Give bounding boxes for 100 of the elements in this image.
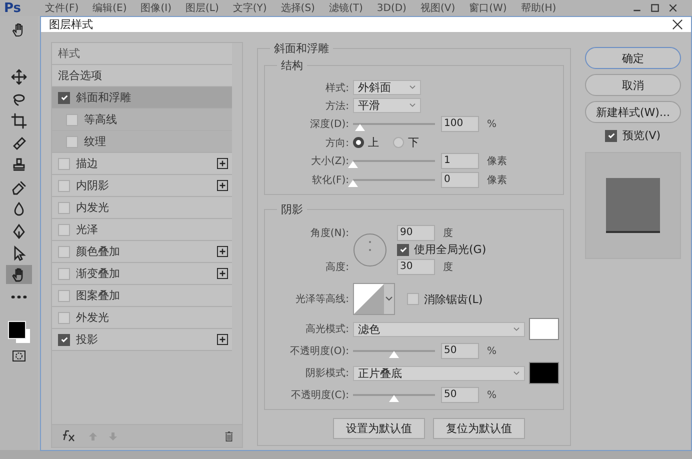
- default-button[interactable]: 复位为默认值: [433, 418, 525, 439]
- styles-header[interactable]: 样式: [52, 43, 232, 65]
- default-button[interactable]: 设置为默认值: [333, 418, 425, 439]
- close-icon[interactable]: [672, 19, 683, 30]
- checkbox[interactable]: [58, 158, 70, 170]
- style-label: 光泽: [76, 222, 99, 237]
- dialog-button[interactable]: 取消: [585, 74, 681, 96]
- checkbox[interactable]: [58, 268, 70, 280]
- menu-item[interactable]: 编辑(E): [92, 1, 127, 15]
- style-item[interactable]: 光泽: [52, 219, 232, 241]
- style-item[interactable]: 投影: [52, 329, 232, 351]
- move-icon: [11, 68, 27, 84]
- menu-item[interactable]: 视图(V): [420, 1, 456, 15]
- style-item[interactable]: 内发光: [52, 197, 232, 219]
- menu-item[interactable]: 3D(D): [376, 2, 406, 14]
- maximize-icon[interactable]: [650, 3, 660, 13]
- checkbox-label: 预览(V): [622, 128, 661, 143]
- menu-item[interactable]: 选择(S): [280, 1, 315, 15]
- style-label: 描边: [76, 156, 99, 171]
- checkbox[interactable]: [58, 312, 70, 324]
- menu-item[interactable]: 窗口(W): [469, 1, 507, 15]
- checkbox[interactable]: [58, 202, 70, 214]
- color-swatch[interactable]: [529, 362, 559, 384]
- trash-icon[interactable]: [224, 430, 234, 442]
- style-item[interactable]: 外发光: [52, 307, 232, 329]
- style-dropdown[interactable]: 外斜面: [353, 80, 421, 95]
- checkbox[interactable]: [58, 224, 70, 236]
- checkbox[interactable]: [58, 290, 70, 302]
- radio-label[interactable]: 上: [368, 135, 379, 150]
- style-item[interactable]: 等高线: [52, 109, 232, 131]
- dialog-title: 图层样式: [49, 17, 93, 32]
- style-label: 渐变叠加: [76, 266, 121, 281]
- checkbox[interactable]: [58, 180, 70, 192]
- blend-mode-dropdown[interactable]: 正片叠底: [353, 366, 525, 380]
- technique-dropdown[interactable]: 平滑: [353, 98, 421, 113]
- add-icon[interactable]: [217, 334, 228, 345]
- value-field[interactable]: 100: [441, 116, 479, 132]
- checkbox[interactable]: [58, 334, 70, 346]
- field-label: 方法:: [324, 100, 349, 112]
- tool-button[interactable]: [6, 265, 32, 284]
- app-logo: Ps: [4, 0, 22, 16]
- checkbox[interactable]: [58, 246, 70, 258]
- checkbox[interactable]: [605, 130, 618, 142]
- field-label: 角度(N):: [309, 226, 349, 240]
- style-label: 内发光: [76, 200, 110, 215]
- quick-mask-icon[interactable]: [11, 348, 27, 364]
- menu-item[interactable]: 图层(L): [186, 1, 219, 15]
- style-item[interactable]: 描边: [52, 153, 232, 175]
- unit-label: %: [487, 118, 497, 130]
- group-title: 结构: [277, 58, 307, 73]
- value-field[interactable]: 50: [441, 343, 479, 359]
- radio-button[interactable]: [393, 137, 404, 148]
- style-item[interactable]: 颜色叠加: [52, 241, 232, 263]
- slider-thumb[interactable]: [348, 161, 358, 168]
- value-field[interactable]: 1: [441, 153, 479, 169]
- field-label: 方向:: [324, 136, 349, 150]
- dialog-button[interactable]: 新建样式(W)...: [585, 101, 681, 123]
- style-item[interactable]: 内阴影: [52, 175, 232, 197]
- checkbox[interactable]: [66, 114, 78, 126]
- menu-item[interactable]: 文件(F): [45, 1, 79, 15]
- dialog-button[interactable]: 确定: [585, 47, 681, 69]
- style-item[interactable]: 图案叠加: [52, 285, 232, 307]
- close-icon[interactable]: [668, 3, 678, 13]
- menu-item[interactable]: 滤镜(T): [328, 1, 363, 15]
- add-icon[interactable]: [217, 246, 228, 257]
- style-label: 斜面和浮雕: [76, 90, 132, 105]
- add-icon[interactable]: [217, 268, 228, 279]
- checkbox[interactable]: [66, 136, 78, 148]
- menu-item[interactable]: 文字(Y): [232, 1, 267, 15]
- caret-icon: [385, 296, 393, 302]
- checkbox[interactable]: [58, 92, 70, 104]
- radio-button[interactable]: [353, 137, 364, 148]
- value-field[interactable]: 30: [397, 258, 435, 274]
- field-label: 软化(F):: [311, 174, 349, 187]
- field-label: 高度:: [324, 260, 349, 274]
- radio-label[interactable]: 下: [408, 135, 419, 150]
- slider-thumb[interactable]: [348, 180, 358, 187]
- check-icon: [60, 93, 68, 102]
- add-icon[interactable]: [217, 180, 228, 191]
- value-field[interactable]: 90: [397, 224, 435, 240]
- slider-thumb[interactable]: [354, 124, 365, 131]
- color-swatches[interactable]: [6, 319, 32, 345]
- style-item[interactable]: 渐变叠加: [52, 263, 232, 285]
- style-item[interactable]: 纹理: [52, 131, 232, 153]
- value-field[interactable]: 50: [441, 387, 479, 403]
- slider-thumb[interactable]: [389, 351, 399, 358]
- color-swatch[interactable]: [529, 318, 559, 340]
- contour-picker[interactable]: [353, 283, 395, 315]
- checkbox[interactable]: [407, 293, 419, 305]
- check-icon: [606, 131, 616, 140]
- value-field[interactable]: 0: [441, 172, 479, 188]
- checkbox[interactable]: [397, 244, 409, 256]
- style-item[interactable]: 斜面和浮雕: [52, 87, 232, 109]
- menu-item[interactable]: 图像(I): [140, 1, 172, 15]
- style-item[interactable]: 混合选项: [52, 65, 232, 87]
- blend-mode-dropdown[interactable]: 滤色: [353, 322, 525, 336]
- add-icon[interactable]: [217, 158, 228, 169]
- slider-thumb[interactable]: [389, 395, 399, 402]
- menu-item[interactable]: 帮助(H): [520, 1, 556, 15]
- checkbox-label: 使用全局光(G): [414, 242, 486, 257]
